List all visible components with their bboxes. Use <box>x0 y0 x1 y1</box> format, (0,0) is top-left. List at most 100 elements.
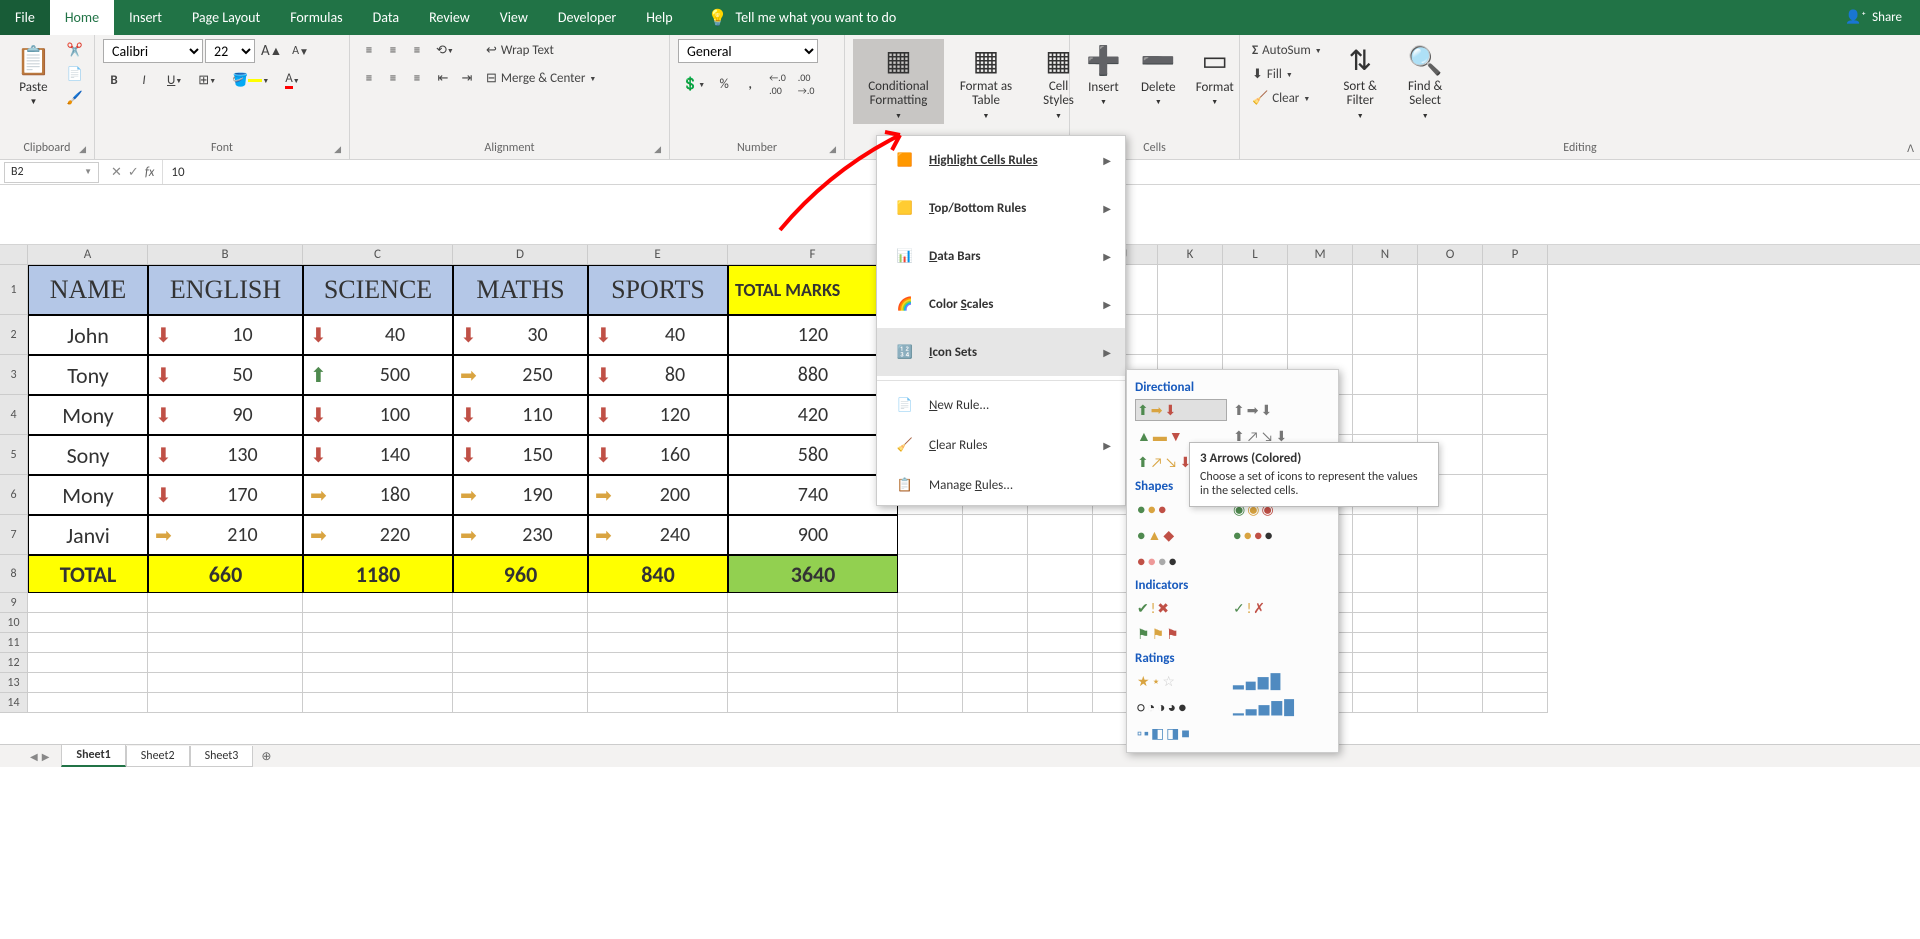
cell[interactable] <box>1483 633 1548 653</box>
cell[interactable] <box>588 633 728 653</box>
cell[interactable] <box>303 633 453 653</box>
cell[interactable]: Tony <box>28 355 148 395</box>
cell[interactable] <box>728 613 898 633</box>
row-header[interactable]: 8 <box>0 555 28 593</box>
percent-format-button[interactable]: % <box>713 73 735 95</box>
tab-developer[interactable]: Developer <box>543 0 631 35</box>
iconset-3-symbols-circled[interactable]: ✔!✖ <box>1135 597 1227 619</box>
column-header[interactable]: B <box>148 245 303 264</box>
cell[interactable]: Mony <box>28 475 148 515</box>
cell[interactable] <box>28 653 148 673</box>
cell[interactable]: 880 <box>728 355 898 395</box>
cell[interactable] <box>1223 265 1288 315</box>
increase-indent-button[interactable]: ⇥ <box>456 67 478 89</box>
cell[interactable]: ➡180 <box>303 475 453 515</box>
cell[interactable] <box>963 613 1028 633</box>
decrease-indent-button[interactable]: ⇤ <box>432 67 454 89</box>
cell[interactable] <box>1418 693 1483 713</box>
sheet-tab-1[interactable]: Sheet1 <box>61 745 125 767</box>
format-as-table-button[interactable]: ▦ Format as Table ▼ <box>948 39 1024 124</box>
row-header[interactable]: 7 <box>0 515 28 555</box>
orientation-button[interactable]: ⟲ ▼ <box>432 39 458 61</box>
conditional-formatting-button[interactable]: ▦ Conditional Formatting ▼ <box>853 39 944 124</box>
underline-button[interactable]: U ▼ <box>163 69 186 91</box>
cell[interactable]: 740 <box>728 475 898 515</box>
row-header[interactable]: 6 <box>0 475 28 515</box>
cell[interactable]: ⬇120 <box>588 395 728 435</box>
cell[interactable] <box>588 693 728 713</box>
sheet-tab-2[interactable]: Sheet2 <box>126 746 190 767</box>
cell[interactable] <box>898 693 963 713</box>
sort-filter-button[interactable]: ⇅Sort & Filter▼ <box>1330 39 1391 124</box>
iconset-3-symbols[interactable]: ✓!✗ <box>1231 597 1323 619</box>
cell[interactable] <box>728 653 898 673</box>
iconset-5-ratings-bars[interactable]: ▁▃▅▇█ <box>1231 696 1323 718</box>
cell[interactable]: John <box>28 315 148 355</box>
cell[interactable]: TOTAL MARKS <box>728 265 898 315</box>
cell[interactable] <box>303 593 453 613</box>
cell[interactable]: 1180 <box>303 555 453 593</box>
fill-button[interactable]: ⬇ Fill ▼ <box>1248 63 1326 85</box>
row-header[interactable]: 10 <box>0 613 28 633</box>
cell[interactable] <box>898 593 963 613</box>
cell[interactable]: TOTAL <box>28 555 148 593</box>
cell[interactable]: ⬇80 <box>588 355 728 395</box>
iconset-3-signs[interactable]: ●▲◆ <box>1135 524 1227 546</box>
cell[interactable] <box>1353 693 1418 713</box>
cell[interactable] <box>148 593 303 613</box>
cell[interactable] <box>963 673 1028 693</box>
cell[interactable] <box>898 633 963 653</box>
find-select-button[interactable]: 🔍Find & Select▼ <box>1395 39 1456 124</box>
tab-insert[interactable]: Insert <box>114 0 177 35</box>
collapse-ribbon-button[interactable]: ᐱ <box>1907 142 1914 155</box>
enter-formula-button[interactable]: ✓ <box>128 165 139 180</box>
cell[interactable] <box>1353 355 1418 395</box>
cell[interactable]: 840 <box>588 555 728 593</box>
column-header[interactable]: O <box>1418 245 1483 264</box>
cell[interactable] <box>28 673 148 693</box>
dialog-launcher-icon[interactable]: ◢ <box>829 144 836 155</box>
cancel-formula-button[interactable]: ✕ <box>111 165 122 180</box>
iconset-4-ratings-bars[interactable]: ▂▄▆█ <box>1231 670 1323 692</box>
tab-home[interactable]: Home <box>50 0 114 35</box>
cell[interactable] <box>148 653 303 673</box>
cell[interactable] <box>728 673 898 693</box>
cell[interactable] <box>1353 515 1418 555</box>
cell[interactable] <box>963 653 1028 673</box>
cell[interactable]: ⬇140 <box>303 435 453 475</box>
tell-me-search[interactable]: 💡 Tell me what you want to do <box>708 0 897 35</box>
cell[interactable]: SCIENCE <box>303 265 453 315</box>
cell[interactable]: 960 <box>453 555 588 593</box>
increase-font-button[interactable]: A▲ <box>257 40 286 62</box>
cell[interactable]: ⬇50 <box>148 355 303 395</box>
tab-review[interactable]: Review <box>414 0 485 35</box>
cell[interactable]: ➡200 <box>588 475 728 515</box>
menu-clear-rules[interactable]: 🧹 Clear Rules ▶ <box>877 425 1125 465</box>
column-header[interactable]: D <box>453 245 588 264</box>
row-header[interactable]: 13 <box>0 673 28 693</box>
cell[interactable] <box>148 633 303 653</box>
cell[interactable] <box>1418 673 1483 693</box>
cell[interactable] <box>1483 515 1548 555</box>
cell[interactable] <box>1353 593 1418 613</box>
column-header[interactable]: K <box>1158 245 1223 264</box>
italic-button[interactable]: I <box>133 69 155 91</box>
cell[interactable]: Sony <box>28 435 148 475</box>
cell[interactable] <box>898 555 963 593</box>
cell[interactable]: NAME <box>28 265 148 315</box>
cell[interactable] <box>1028 693 1093 713</box>
fill-color-button[interactable]: 🪣 ▼ <box>228 69 273 91</box>
iconset-3-arrows-colored[interactable]: ⬆➡⬇ <box>1135 399 1227 421</box>
cell[interactable]: 3640 <box>728 555 898 593</box>
cell[interactable] <box>1028 515 1093 555</box>
copy-button[interactable]: 📄 <box>63 63 87 85</box>
cell[interactable]: ➡220 <box>303 515 453 555</box>
tab-view[interactable]: View <box>485 0 543 35</box>
cell[interactable]: ⬇130 <box>148 435 303 475</box>
add-sheet-button[interactable]: ⊕ <box>253 746 279 767</box>
menu-top-bottom-rules[interactable]: 🟨 Top/Bottom Rules ▶ <box>877 184 1125 232</box>
cell[interactable] <box>1353 555 1418 593</box>
column-header[interactable]: N <box>1353 245 1418 264</box>
dialog-launcher-icon[interactable]: ◢ <box>79 144 86 155</box>
column-header[interactable]: M <box>1288 245 1353 264</box>
